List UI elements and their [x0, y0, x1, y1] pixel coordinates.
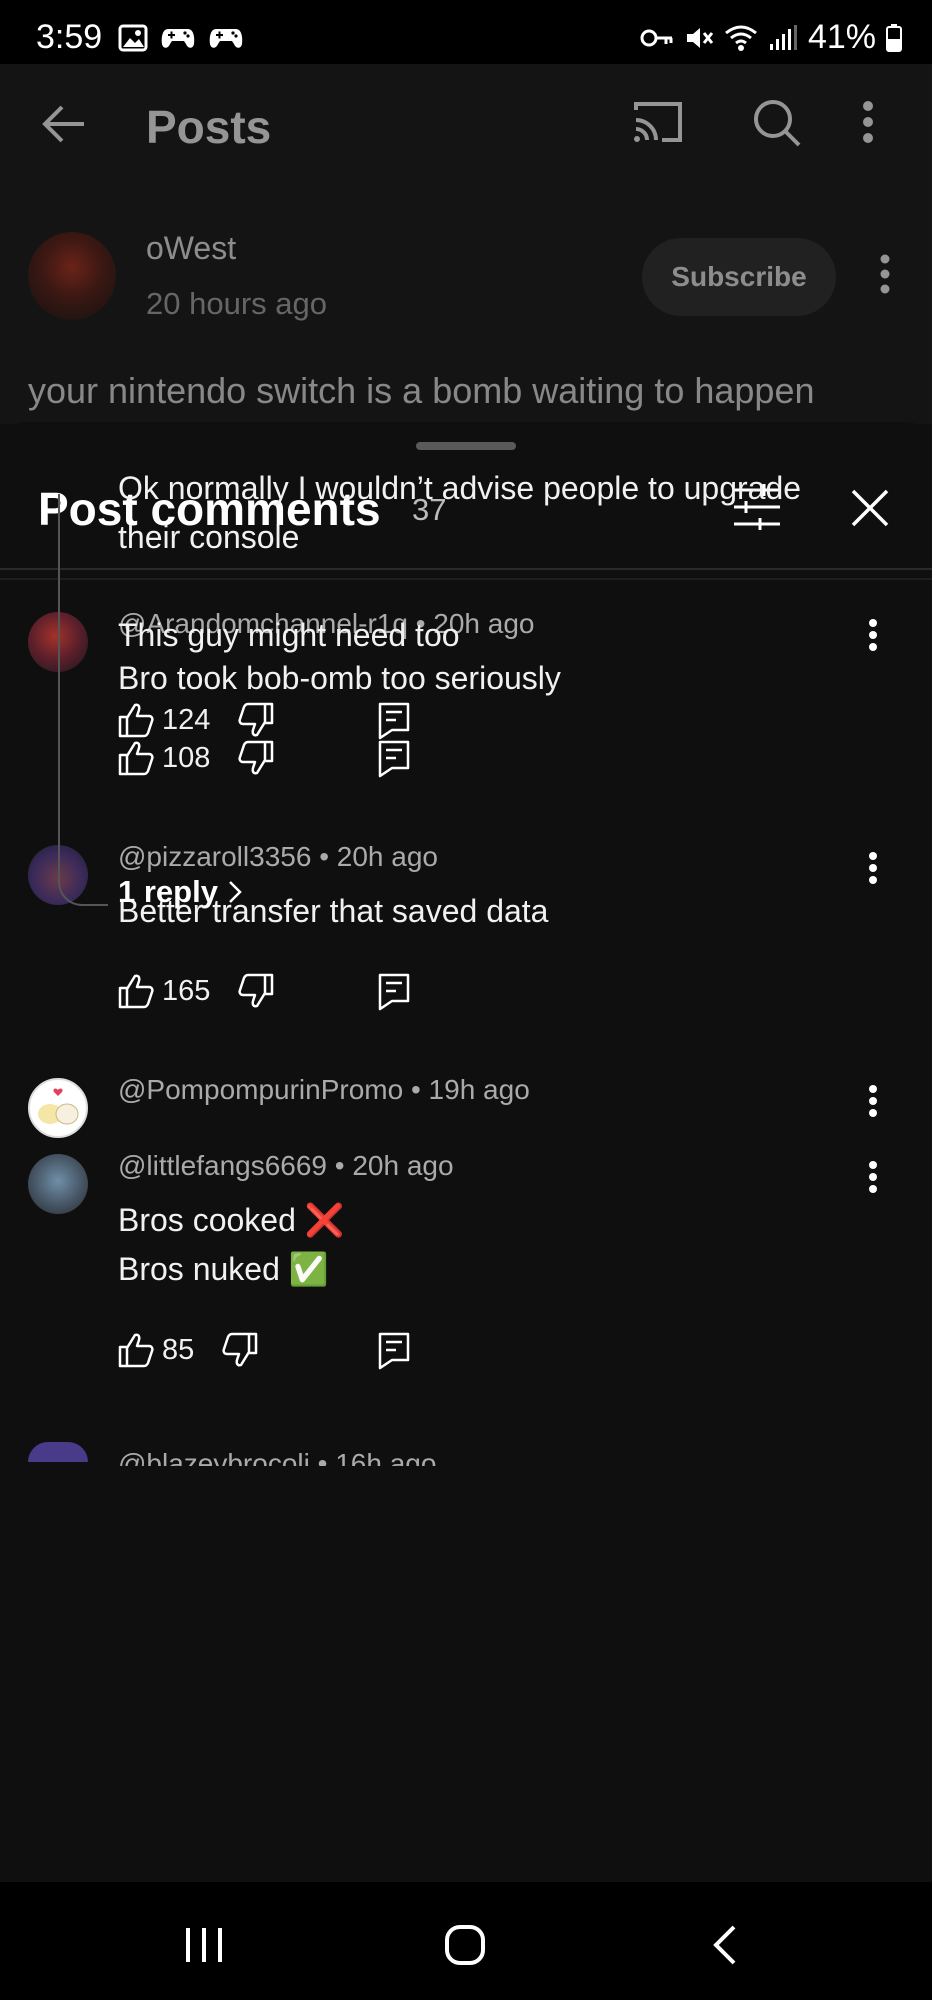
thumbs-down-icon: [222, 1332, 258, 1367]
dislike-button[interactable]: [238, 702, 274, 738]
cast-icon[interactable]: [632, 100, 684, 144]
comment-text-line: Bros nuked ✅: [118, 1251, 329, 1287]
avatar[interactable]: [28, 1442, 88, 1462]
signal-icon: [768, 24, 798, 52]
like-count: 165: [162, 974, 211, 1007]
subscribe-button[interactable]: Subscribe: [642, 238, 836, 316]
thumbs-down-icon: [238, 973, 274, 1008]
comment-text: Bros cooked ❌ Bros nuked ✅: [118, 1196, 848, 1294]
post-author[interactable]: oWest: [146, 230, 236, 267]
comment-text-line: Bros cooked ❌: [118, 1202, 345, 1238]
comment-text-line: This guy might need too: [118, 617, 460, 653]
more-vert-icon[interactable]: [868, 1084, 878, 1118]
more-vert-icon[interactable]: [868, 618, 878, 652]
thumbs-up-icon: [118, 1333, 154, 1368]
like-count: 124: [162, 703, 211, 736]
back-icon[interactable]: [712, 1924, 738, 1966]
more-vert-icon[interactable]: [862, 100, 874, 144]
thumbs-down-icon: [238, 702, 274, 737]
reply-icon[interactable]: [378, 702, 410, 740]
notification-icons: [118, 24, 244, 52]
comment-meta[interactable]: @littlefangs6669 • 20h ago: [118, 1150, 454, 1182]
search-icon[interactable]: [752, 98, 802, 148]
comment-actions: 124: [118, 702, 274, 738]
game-controller-icon: [160, 24, 196, 52]
comment-meta[interactable]: @PompompurinPromo • 19h ago: [118, 1074, 530, 1106]
battery-icon: [886, 23, 902, 52]
comment-text: Ok normally I wouldn’t advise people to …: [118, 464, 848, 660]
thumbs-down-icon: [238, 740, 274, 775]
page-title: Posts: [146, 101, 272, 153]
recent-apps-icon[interactable]: [184, 1928, 224, 1962]
gallery-icon: [118, 24, 148, 52]
home-icon[interactable]: [444, 1924, 486, 1966]
close-icon[interactable]: [850, 488, 890, 528]
like-count: 85: [162, 1333, 195, 1366]
like-button[interactable]: 124: [118, 702, 210, 738]
thread-line: [58, 494, 108, 906]
like-count: 108: [162, 741, 211, 774]
back-arrow-icon[interactable]: [40, 102, 88, 146]
status-time: 3:59: [36, 18, 103, 56]
comment-actions: 108: [118, 740, 274, 776]
reply-icon[interactable]: [378, 1332, 410, 1370]
more-vert-icon[interactable]: [868, 851, 878, 885]
thumbs-up-icon: [118, 703, 154, 738]
chevron-right-icon: [229, 881, 242, 903]
dislike-button[interactable]: [238, 740, 274, 776]
more-vert-icon[interactable]: [880, 254, 890, 294]
thumbs-up-icon: [118, 974, 154, 1009]
wifi-icon: [724, 23, 758, 53]
comment-text-line: Ok normally I wouldn’t advise people to …: [118, 470, 802, 555]
replies-label: 1 reply: [118, 874, 218, 909]
reply-icon[interactable]: [378, 973, 410, 1011]
avatar[interactable]: [28, 232, 116, 320]
dislike-button[interactable]: [222, 1332, 258, 1368]
dislike-button[interactable]: [238, 973, 274, 1009]
vpn-key-icon: [640, 27, 674, 49]
reply-icon[interactable]: [378, 740, 410, 778]
status-bar: 3:59 41%: [0, 0, 932, 64]
like-button[interactable]: 108: [118, 740, 210, 776]
system-nav-bar: [0, 1882, 932, 2000]
comment-meta[interactable]: @pizzaroll3356 • 20h ago: [118, 841, 438, 873]
game-controller-icon: [208, 24, 244, 52]
avatar[interactable]: [28, 1154, 88, 1214]
comment-actions: 85: [118, 1332, 258, 1368]
drag-handle[interactable]: [416, 442, 516, 450]
thumbs-up-icon: [118, 741, 154, 776]
mute-icon: [684, 23, 714, 53]
battery-percent: 41%: [807, 18, 876, 56]
comment-meta[interactable]: @blazeybrocoli • 16h ago: [118, 1448, 436, 1466]
like-button[interactable]: 85: [118, 1332, 194, 1368]
avatar[interactable]: [28, 1078, 88, 1138]
post-text: your nintendo switch is a bomb waiting t…: [28, 370, 815, 411]
more-vert-icon[interactable]: [868, 1160, 878, 1194]
post-timestamp: 20 hours ago: [146, 286, 327, 321]
comment-text: Bro took bob-omb too seriously: [118, 660, 561, 696]
view-replies-button[interactable]: 1 reply: [118, 874, 242, 910]
system-icons: 41%: [640, 18, 902, 57]
comment-actions: 165: [118, 973, 274, 1009]
post-page-background: Posts oWest 20 hours ago Subscribe your …: [0, 64, 932, 424]
like-button[interactable]: 165: [118, 973, 210, 1009]
